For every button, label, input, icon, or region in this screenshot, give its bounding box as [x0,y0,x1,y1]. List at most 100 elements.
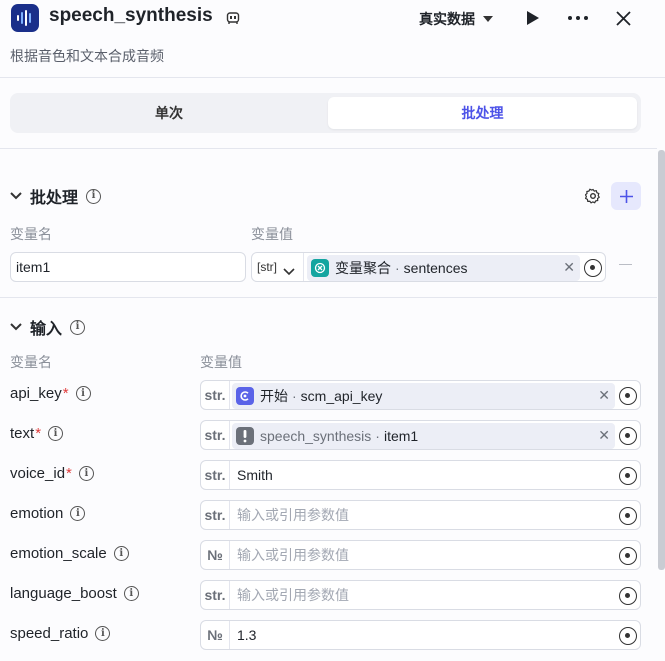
run-mode-tabs: 单次 批处理 [10,93,641,133]
reference-target-icon[interactable] [619,627,637,645]
reference-target-icon[interactable] [619,587,637,605]
param-field-speed-ratio[interactable]: № 1.3 [200,620,641,650]
tab-single[interactable]: 单次 [14,97,324,129]
close-button[interactable] [613,8,633,28]
node-description: 根据音色和文本合成音频 [10,48,164,64]
input-section-title: 输入 [30,321,63,338]
data-mode-label: 真实数据 [419,11,475,27]
col-label-value: 变量值 [251,226,293,242]
reference-target-icon[interactable] [619,507,637,525]
ref-source: 开始 [260,388,288,404]
info-icon: i [78,466,94,481]
param-name: speed_ratio [10,625,89,642]
reference-target-icon[interactable] [619,427,637,445]
input-section-header[interactable]: 输入 i [10,316,86,338]
clear-ref-button[interactable]: ✕ [598,427,610,444]
reference-target-icon[interactable] [619,387,637,405]
type-label: str. [201,381,230,409]
chevron-down-icon [10,192,22,200]
param-label-language-boost: language_boost i [10,585,139,602]
param-placeholder[interactable]: 输入或引用参数值 [237,581,349,609]
divider [303,253,304,281]
ref-source: 变量聚合 [335,260,391,276]
required-mark: * [62,385,69,402]
batch-item-name-input[interactable]: item1 [10,252,246,282]
param-value[interactable]: 1.3 [237,621,256,649]
info-icon: i [48,426,64,441]
add-batch-item-button[interactable] [611,182,641,210]
param-placeholder[interactable]: 输入或引用参数值 [237,501,349,529]
type-label: str. [201,461,230,489]
param-name: emotion [10,505,64,522]
play-icon [527,11,539,25]
tab-batch[interactable]: 批处理 [328,97,637,129]
node-title: speech_synthesis [49,5,213,26]
clear-ref-button[interactable]: ✕ [563,259,575,276]
param-field-emotion-scale[interactable]: № 输入或引用参数值 [200,540,641,570]
param-field-emotion[interactable]: str. 输入或引用参数值 [200,500,641,530]
required-mark: * [35,425,42,442]
type-dropdown[interactable] [283,263,295,281]
ref-variable: sentences [403,260,468,276]
param-name: emotion_scale [10,545,107,562]
batch-section-header[interactable]: 批处理 i [10,185,102,207]
param-label-text: text * i [10,425,64,442]
info-icon: i [113,546,129,561]
param-field-voice-id[interactable]: str. Smith [200,460,641,490]
param-label-voice-id: voice_id * i [10,465,94,482]
batch-settings-button[interactable] [584,188,601,204]
variable-ref-tag: 开始 · scm_api_key ✕ [232,383,615,409]
plugin-badge-icon [226,11,240,25]
col-label-name: 变量名 [10,226,52,242]
col-label-value: 变量值 [200,354,242,370]
plus-icon [619,189,633,203]
more-options-button[interactable] [567,8,589,28]
caret-down-icon [483,16,493,22]
variable-ref-tag: speech_synthesis · item1 ✕ [232,423,615,449]
chevron-down-icon [283,268,295,276]
more-dots-icon [568,16,588,20]
remove-batch-item-button[interactable]: — [619,256,632,271]
ref-separator: · [375,428,380,444]
info-icon: i [86,188,102,204]
close-icon [615,10,631,26]
divider [0,297,657,298]
type-label: str. [201,421,230,449]
ref-separator: · [292,388,297,404]
param-label-speed-ratio: speed_ratio i [10,625,111,642]
run-button[interactable] [523,8,543,28]
type-label: № [201,541,230,569]
info-icon: i [75,386,91,401]
param-label-api-key: api_key * i [10,385,91,402]
param-field-api-key[interactable]: str. 开始 · scm_api_key ✕ [200,380,641,410]
gear-icon [584,188,600,204]
node-header: speech_synthesis 真实数据 根据音色和文本合成音频 [0,0,665,78]
info-icon: i [123,586,139,601]
data-mode-select[interactable]: 真实数据 [419,9,493,29]
param-field-text[interactable]: str. speech_synthesis · item1 ✕ [200,420,641,450]
type-label: str. [201,581,230,609]
exclamation-icon [236,427,254,445]
variable-merge-icon [311,259,329,277]
param-label-emotion-scale: emotion_scale i [10,545,129,562]
type-label: № [201,621,230,649]
ref-variable: scm_api_key [300,388,383,404]
param-name: language_boost [10,585,117,602]
param-placeholder[interactable]: 输入或引用参数值 [237,541,349,569]
ref-variable: item1 [383,428,419,444]
batch-item-value-field[interactable]: [str] 变量聚合 · sentences ✕ [251,252,606,282]
param-name: api_key [10,385,62,402]
type-label: [str] [257,260,277,274]
scrollbar[interactable] [658,150,665,570]
reference-target-icon[interactable] [584,259,602,277]
reference-target-icon[interactable] [619,547,637,565]
param-value[interactable]: Smith [237,461,273,489]
param-field-language-boost[interactable]: str. 输入或引用参数值 [200,580,641,610]
ref-source: speech_synthesis [260,428,372,444]
reference-target-icon[interactable] [619,467,637,485]
clear-ref-button[interactable]: ✕ [598,387,610,404]
info-icon: i [70,506,86,521]
param-name: voice_id [10,465,66,482]
param-name: text [10,425,35,442]
param-label-emotion: emotion i [10,505,86,522]
